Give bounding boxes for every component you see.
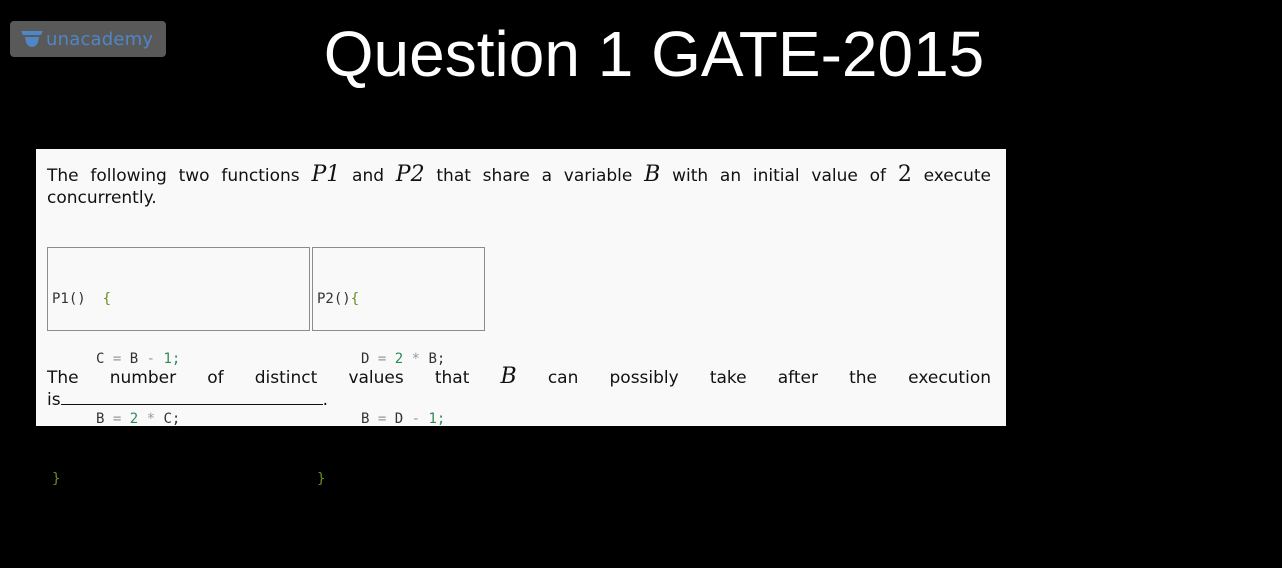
code-p1-close: }	[52, 471, 61, 487]
math-b-ask: B	[500, 364, 517, 389]
code-p2-header: P2(){	[317, 291, 360, 307]
ask-text-2: can possibly take after the execution	[516, 368, 991, 388]
ask-text-1: The number of distinct values that	[47, 368, 501, 388]
question-intro: The following two functions P1 and P2 th…	[47, 164, 991, 209]
code-p1-line-2: B = 2 * C;	[96, 411, 181, 427]
intro-text-3: that share a variable	[424, 166, 645, 186]
question-ask: The number of distinct values that B can…	[47, 366, 991, 411]
code-block-p2: P2(){ D = 2 * B; B = D - 1; }	[312, 247, 485, 487]
ask-line-2: is.	[47, 390, 328, 410]
answer-blank	[60, 390, 323, 405]
code-p2-close: }	[317, 471, 326, 487]
intro-text-2: and	[340, 166, 396, 186]
math-p1: P1	[311, 162, 341, 187]
math-b: B	[644, 162, 661, 187]
intro-text-5: execute	[911, 166, 991, 186]
math-p2: P2	[395, 162, 425, 187]
question-panel: The following two functions P1 and P2 th…	[36, 149, 1006, 487]
math-2: 2	[897, 162, 912, 187]
intro-line-2: concurrently.	[47, 188, 157, 208]
slide-title: Question 1 GATE-2015	[323, 18, 985, 90]
intro-text-1: The following two functions	[47, 166, 312, 186]
code-p1-header: P1() {	[52, 291, 112, 307]
intro-text-4: with an initial value of	[660, 166, 898, 186]
code-block-p1: P1() { C = B - 1; B = 2 * C; }	[47, 247, 310, 487]
code-p2-line-2: B = D - 1;	[361, 411, 446, 427]
